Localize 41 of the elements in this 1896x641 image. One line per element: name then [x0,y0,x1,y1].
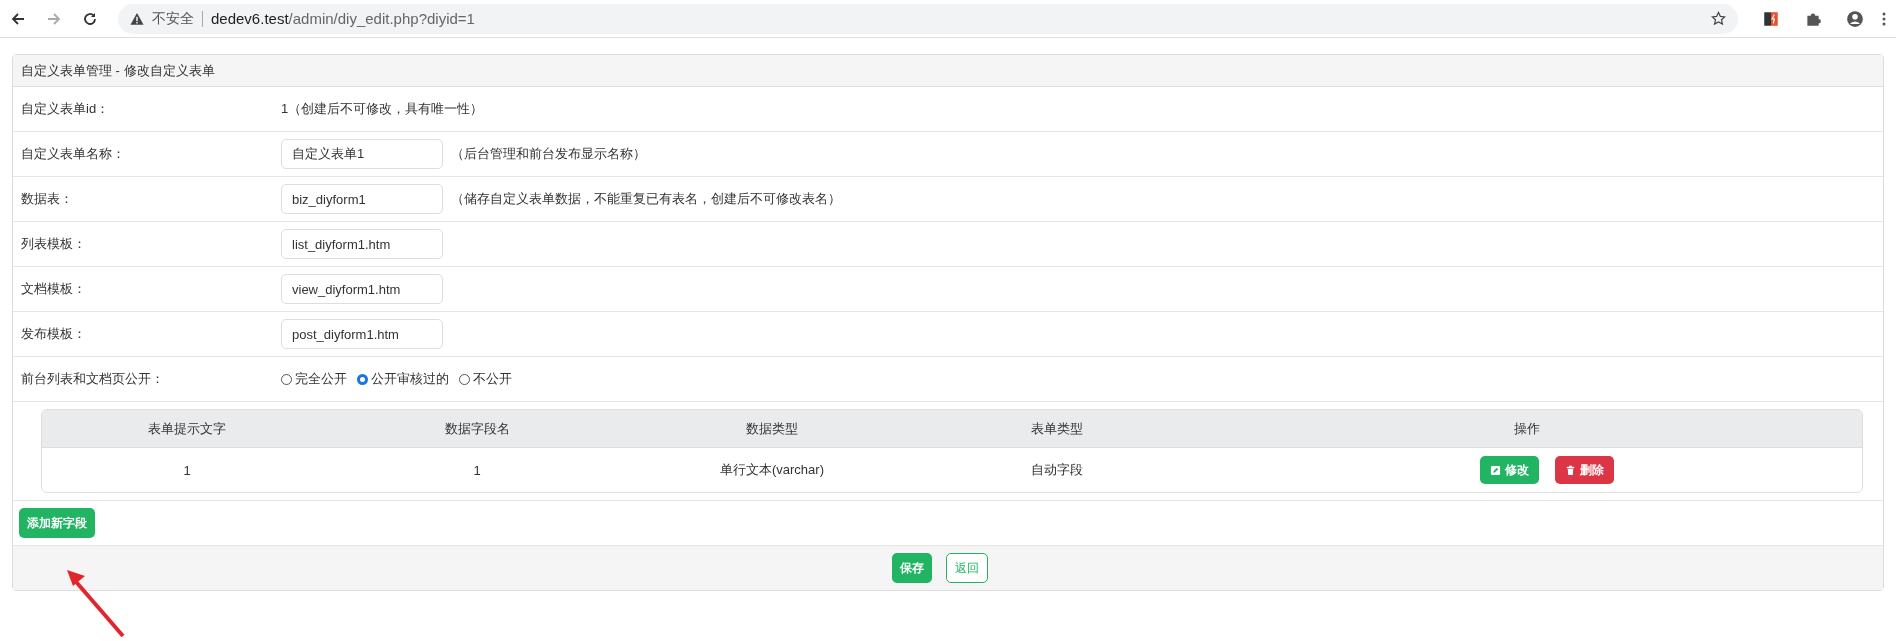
field-label: 自定义表单id： [21,100,111,118]
field-label: 列表模板： [21,235,87,253]
radio-option[interactable]: 完全公开 [281,370,347,388]
column-header: 数据字段名 [443,419,511,438]
field-hint: （储存自定义表单数据，不能重复已有表名，创建后不可修改表名） [451,190,841,208]
input-field[interactable]: list_diyform1.htm [281,229,443,259]
column-header: 表单提示文字 [147,419,227,438]
delete-button[interactable]: 删除 [1555,456,1614,484]
input-field[interactable]: view_diyform1.htm [281,274,443,304]
input-field[interactable]: post_diyform1.htm [281,319,443,349]
field-label: 数据表： [21,190,74,208]
field-label: 自定义表单名称： [21,145,126,163]
field-label: 发布模板： [21,325,87,343]
column-header: 操作 [1513,419,1541,438]
input-field[interactable]: 自定义表单1 [281,139,443,169]
menu-icon[interactable] [1882,10,1886,27]
trash-icon [1565,464,1576,476]
table-cell-text: 1 [472,462,482,478]
column-header: 数据类型 [745,419,799,438]
profile-icon[interactable] [1846,9,1864,28]
field-hint: （后台管理和前台发布显示名称） [451,145,646,163]
field-label: 文档模板： [21,280,87,298]
column-header: 表单类型 [1030,419,1084,438]
table-cell-text: 1 [182,462,192,478]
table-cell-text: 单行文本(varchar) [719,461,825,479]
field-label: 前台列表和文档页公开： [21,370,165,388]
radio-option[interactable]: 公开审核过的 [357,370,449,388]
extension-icon[interactable] [1762,9,1780,28]
reload-icon[interactable] [82,10,98,27]
edit-icon [1490,464,1501,476]
panel-title: 自定义表单管理 - 修改自定义表单 [21,61,215,80]
radio-option[interactable]: 不公开 [459,370,512,388]
warning-icon [130,11,144,26]
star-icon[interactable] [1711,11,1726,26]
field-value: 1（创建后不可修改，具有唯一性） [281,100,484,118]
address-bar[interactable]: 不安全 dedev6.test/admin/diy_edit.php?diyid=1 [118,3,1738,34]
security-label: 不安全 [152,9,194,28]
input-field[interactable]: biz_diyform1 [281,184,443,214]
url-text: dedev6.test/admin/diy_edit.php?diyid=1 [211,10,475,27]
back-icon[interactable] [10,10,26,27]
table-cell-text: 自动字段 [1030,461,1084,479]
